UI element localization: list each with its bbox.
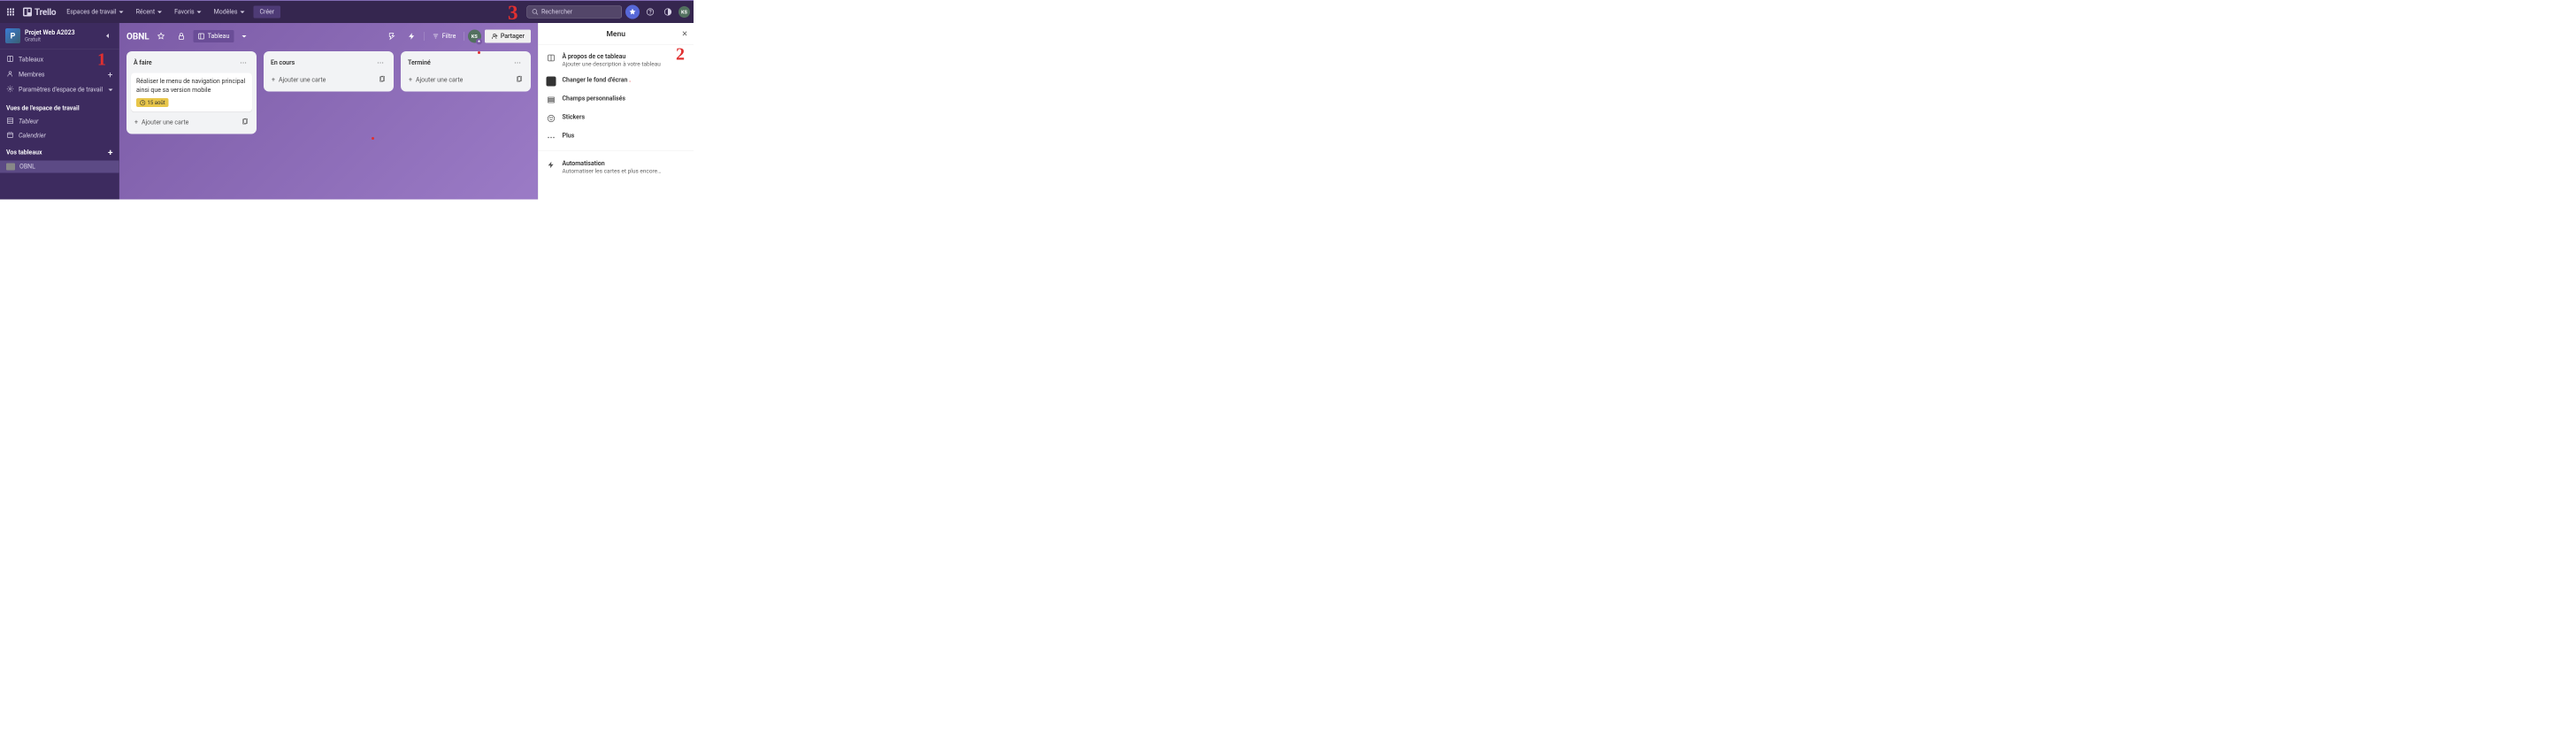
powerups-button[interactable]: [383, 30, 400, 43]
top-header: Trello Espaces de travail Récent Favoris…: [0, 0, 694, 23]
workspace-header: P Projet Web A2023 Gratuit: [0, 23, 119, 50]
nav-starred[interactable]: Favoris: [169, 6, 207, 19]
trello-logo[interactable]: Trello: [19, 7, 59, 18]
menu-item-background[interactable]: Changer le fond d'écran .: [538, 73, 694, 91]
template-icon[interactable]: [516, 76, 523, 85]
workspace-plan: Gratuit: [25, 36, 101, 42]
notifications-icon[interactable]: [625, 5, 640, 19]
menu-item-more[interactable]: ⋯ Plus: [538, 128, 694, 147]
list-todo: À faire ⋯ Réaliser le menu de navigation…: [126, 51, 257, 134]
chevron-down-icon: [108, 88, 112, 91]
sidebar-item-boards[interactable]: Tableaux: [0, 53, 119, 67]
card-text: Réaliser le menu de navigation principal…: [136, 78, 247, 95]
board-icon: [6, 56, 14, 65]
nav-recent[interactable]: Récent: [131, 6, 168, 19]
menu-item-custom-fields[interactable]: Champs personnalisés: [538, 91, 694, 110]
sidebar-view-calendar[interactable]: Calendrier: [0, 129, 119, 143]
chevron-down-icon: [242, 35, 246, 38]
template-icon[interactable]: [379, 76, 386, 85]
your-boards-heading: Vos tableaux +: [0, 143, 119, 161]
menu-title: Menu: [606, 29, 625, 38]
list-title[interactable]: En cours: [271, 59, 295, 66]
list-done: Terminé ⋯ + Ajouter une carte: [401, 51, 531, 92]
automation-icon: [546, 160, 556, 170]
background-swatch-icon: [546, 77, 556, 87]
list-title[interactable]: À faire: [134, 59, 152, 66]
add-card-button[interactable]: + Ajouter une carte: [405, 73, 526, 88]
menu-item-stickers[interactable]: Stickers: [538, 110, 694, 128]
visibility-button[interactable]: [173, 30, 190, 43]
nav-templates[interactable]: Modèles: [209, 6, 250, 19]
add-card-button[interactable]: + Ajouter une carte: [268, 73, 389, 88]
more-icon: ⋯: [546, 133, 556, 142]
share-button[interactable]: Partager: [485, 30, 531, 43]
board-area: OBNL Tableau Filtre KS: [119, 23, 538, 200]
add-board-button[interactable]: +: [108, 148, 113, 158]
add-card-button[interactable]: + Ajouter une carte: [131, 115, 252, 129]
list-menu-button[interactable]: ⋯: [511, 57, 524, 68]
nav-workspaces[interactable]: Espaces de travail: [61, 6, 128, 19]
table-icon: [6, 118, 14, 126]
board-header: OBNL Tableau Filtre KS: [119, 23, 538, 50]
calendar-icon: [6, 132, 14, 141]
red-dot-marker: [478, 51, 480, 54]
sticker-icon: [546, 114, 556, 124]
list-in-progress: En cours ⋯ + Ajouter une carte: [264, 51, 394, 92]
list-menu-button[interactable]: ⋯: [237, 57, 249, 68]
chevron-down-icon: [197, 11, 202, 13]
list-title[interactable]: Terminé: [408, 59, 431, 66]
view-switcher-dropdown[interactable]: [237, 33, 250, 41]
menu-item-automation[interactable]: Automatisation Automatiser les cartes et…: [538, 156, 694, 180]
plus-icon: +: [272, 77, 275, 84]
sidebar-item-settings[interactable]: Paramètres d'espace de travail: [0, 83, 119, 97]
add-member-button[interactable]: +: [108, 70, 113, 80]
red-dot-marker: [372, 137, 374, 140]
plus-icon: +: [134, 118, 138, 126]
close-icon[interactable]: ×: [682, 28, 687, 40]
menu-header: Menu ×: [538, 23, 694, 45]
card[interactable]: Réaliser le menu de navigation principal…: [131, 73, 252, 112]
board-member-avatar[interactable]: KS: [468, 30, 481, 43]
automation-button[interactable]: [403, 30, 420, 43]
star-button[interactable]: [153, 30, 170, 43]
fields-icon: [546, 95, 556, 105]
chevron-down-icon: [157, 11, 162, 13]
search-icon: [532, 8, 539, 16]
menu-item-about[interactable]: À propos de ce tableau Ajouter une descr…: [538, 49, 694, 73]
trello-logo-icon: [23, 8, 32, 17]
create-button[interactable]: Créer: [253, 6, 280, 19]
chevron-down-icon: [240, 11, 244, 13]
sidebar: P Projet Web A2023 Gratuit Tableaux Memb…: [0, 23, 119, 200]
filter-button[interactable]: Filtre: [428, 30, 461, 42]
workspace-badge: P: [5, 28, 20, 43]
chevron-down-icon: [119, 11, 124, 13]
workspace-name: Projet Web A2023: [25, 29, 101, 36]
sidebar-view-table[interactable]: Tableur: [0, 115, 119, 129]
template-icon[interactable]: [242, 118, 249, 126]
list-menu-button[interactable]: ⋯: [374, 57, 387, 68]
sidebar-board-obnl[interactable]: OBNL: [0, 161, 119, 173]
menu-panel: Menu × À propos de ce tableau Ajouter un…: [538, 23, 694, 200]
board-color-icon: [6, 164, 15, 171]
sidebar-collapse-button[interactable]: [101, 30, 113, 42]
due-date-badge[interactable]: 15 août: [136, 98, 169, 107]
views-heading: Vues de l'espace de travail: [0, 101, 119, 115]
sidebar-item-members[interactable]: Membres +: [0, 67, 119, 83]
trello-logo-text: Trello: [34, 7, 56, 18]
members-icon: [6, 71, 14, 80]
view-switcher-board[interactable]: Tableau: [194, 30, 234, 42]
lists-container: À faire ⋯ Réaliser le menu de navigation…: [119, 50, 538, 200]
apps-switcher-icon[interactable]: [4, 5, 18, 19]
account-avatar[interactable]: KS: [678, 6, 690, 18]
board-title[interactable]: OBNL: [126, 31, 150, 42]
help-icon[interactable]: [643, 5, 657, 19]
search-input[interactable]: [541, 9, 617, 16]
plus-icon: +: [409, 77, 412, 84]
theme-icon[interactable]: [661, 5, 675, 19]
gear-icon: [6, 86, 14, 95]
chevron-left-icon: [106, 34, 109, 38]
search-box[interactable]: [527, 6, 623, 19]
board-icon: [546, 53, 556, 63]
